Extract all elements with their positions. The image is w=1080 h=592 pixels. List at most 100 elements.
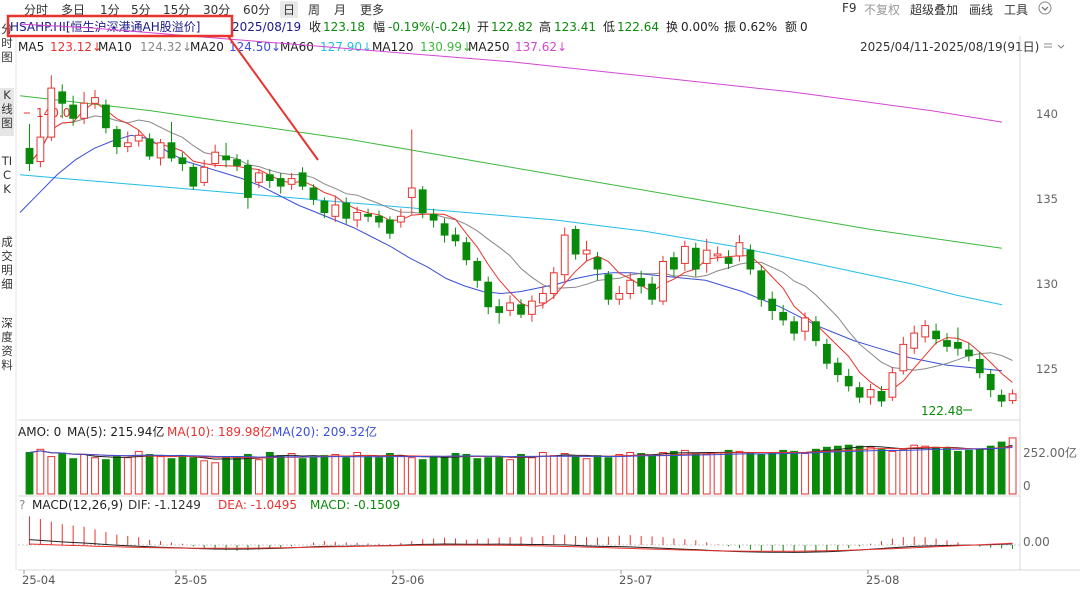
volume-bar xyxy=(244,454,252,495)
volume-bar xyxy=(702,454,711,495)
candle-down xyxy=(812,321,820,342)
volume-bar xyxy=(331,454,340,495)
volume-bar xyxy=(178,455,187,495)
volume-bar xyxy=(921,445,930,495)
volume-bar xyxy=(102,459,110,495)
volume-bar xyxy=(593,455,602,495)
candle-down xyxy=(637,278,646,287)
candle-down xyxy=(178,157,187,165)
candle-up xyxy=(735,242,744,257)
candle-up xyxy=(539,293,547,304)
candle-down xyxy=(342,202,351,219)
volume-bar xyxy=(429,456,438,495)
volume-bar xyxy=(167,458,176,495)
candle-down xyxy=(495,306,504,313)
ma10-line xyxy=(29,115,1013,371)
candle-up xyxy=(702,249,711,264)
candle-down xyxy=(145,138,154,157)
candle-down xyxy=(113,129,121,148)
candle-down xyxy=(604,274,613,300)
candle-down xyxy=(375,215,383,223)
candle-down xyxy=(833,362,842,376)
candle-down xyxy=(298,172,307,187)
candle-down xyxy=(855,387,864,398)
volume-bar xyxy=(724,449,733,495)
candle-down xyxy=(386,219,394,234)
candle-up xyxy=(47,87,56,138)
candle-down xyxy=(473,261,482,281)
volume-bar xyxy=(965,449,973,495)
volume-bar xyxy=(582,458,591,495)
volume-bar xyxy=(407,457,416,495)
candle-down xyxy=(309,187,318,200)
volume-bar xyxy=(462,454,471,495)
candle-down xyxy=(276,178,285,187)
candle-down xyxy=(440,223,449,236)
volume-bar xyxy=(375,457,383,495)
candle-up xyxy=(713,253,722,257)
candle-down xyxy=(997,394,1006,402)
candle-down xyxy=(932,330,941,340)
volume-bar xyxy=(549,455,558,495)
candle-up xyxy=(910,332,919,349)
volume-bar xyxy=(691,453,700,495)
volume-bar xyxy=(877,448,886,495)
candle-down xyxy=(484,281,493,308)
volume-bar xyxy=(954,450,962,495)
candle-down xyxy=(517,304,525,315)
volume-bar xyxy=(670,450,678,495)
volume-bar xyxy=(768,452,777,495)
volume-bar xyxy=(648,455,657,495)
volume-bar xyxy=(211,462,220,495)
candle-up xyxy=(80,102,88,119)
volume-bar xyxy=(451,453,460,495)
volume-bar xyxy=(833,445,842,495)
candle-up xyxy=(659,261,667,302)
volume-bar xyxy=(265,452,274,495)
kline-chart[interactable] xyxy=(0,0,1080,592)
volume-bar xyxy=(812,448,820,495)
volume-bar xyxy=(91,457,99,495)
volume-bar xyxy=(156,456,165,495)
volume-bar xyxy=(779,449,788,495)
volume-bar xyxy=(342,457,351,495)
candle-down xyxy=(965,349,973,357)
candle-down xyxy=(233,159,241,166)
candle-up xyxy=(681,245,689,264)
volume-bar xyxy=(866,446,875,495)
candle-down xyxy=(877,391,886,402)
candle-down xyxy=(69,104,78,119)
volume-bar xyxy=(255,459,263,495)
candle-down xyxy=(670,257,678,270)
candle-down xyxy=(58,91,67,104)
candle-down xyxy=(648,283,657,300)
volume-bar xyxy=(615,454,624,495)
candle-up xyxy=(506,302,515,311)
ma250-line xyxy=(19,23,1003,123)
volume-bar xyxy=(997,441,1006,495)
candle-up xyxy=(156,142,165,159)
volume-bar xyxy=(386,453,394,495)
volume-bar xyxy=(975,448,984,495)
volume-bar xyxy=(910,444,919,495)
volume-bar xyxy=(47,456,56,495)
volume-bar xyxy=(473,458,482,495)
volume-bar xyxy=(287,453,296,495)
candle-up xyxy=(866,389,875,398)
volume-bar xyxy=(943,447,951,495)
candle-down xyxy=(757,270,766,300)
volume-bar xyxy=(397,455,405,495)
volume-bar xyxy=(681,449,689,495)
volume-bar xyxy=(222,457,230,495)
volume-bar xyxy=(560,453,569,495)
candle-down xyxy=(418,189,427,213)
candle-down xyxy=(451,234,460,242)
candle-down xyxy=(943,340,951,347)
volume-bar xyxy=(626,452,635,495)
candle-down xyxy=(779,311,788,321)
candle-up xyxy=(801,317,809,332)
candle-up xyxy=(1008,393,1017,402)
candle-down xyxy=(823,343,831,364)
volume-bar xyxy=(320,455,329,495)
volume-bar xyxy=(36,448,45,495)
